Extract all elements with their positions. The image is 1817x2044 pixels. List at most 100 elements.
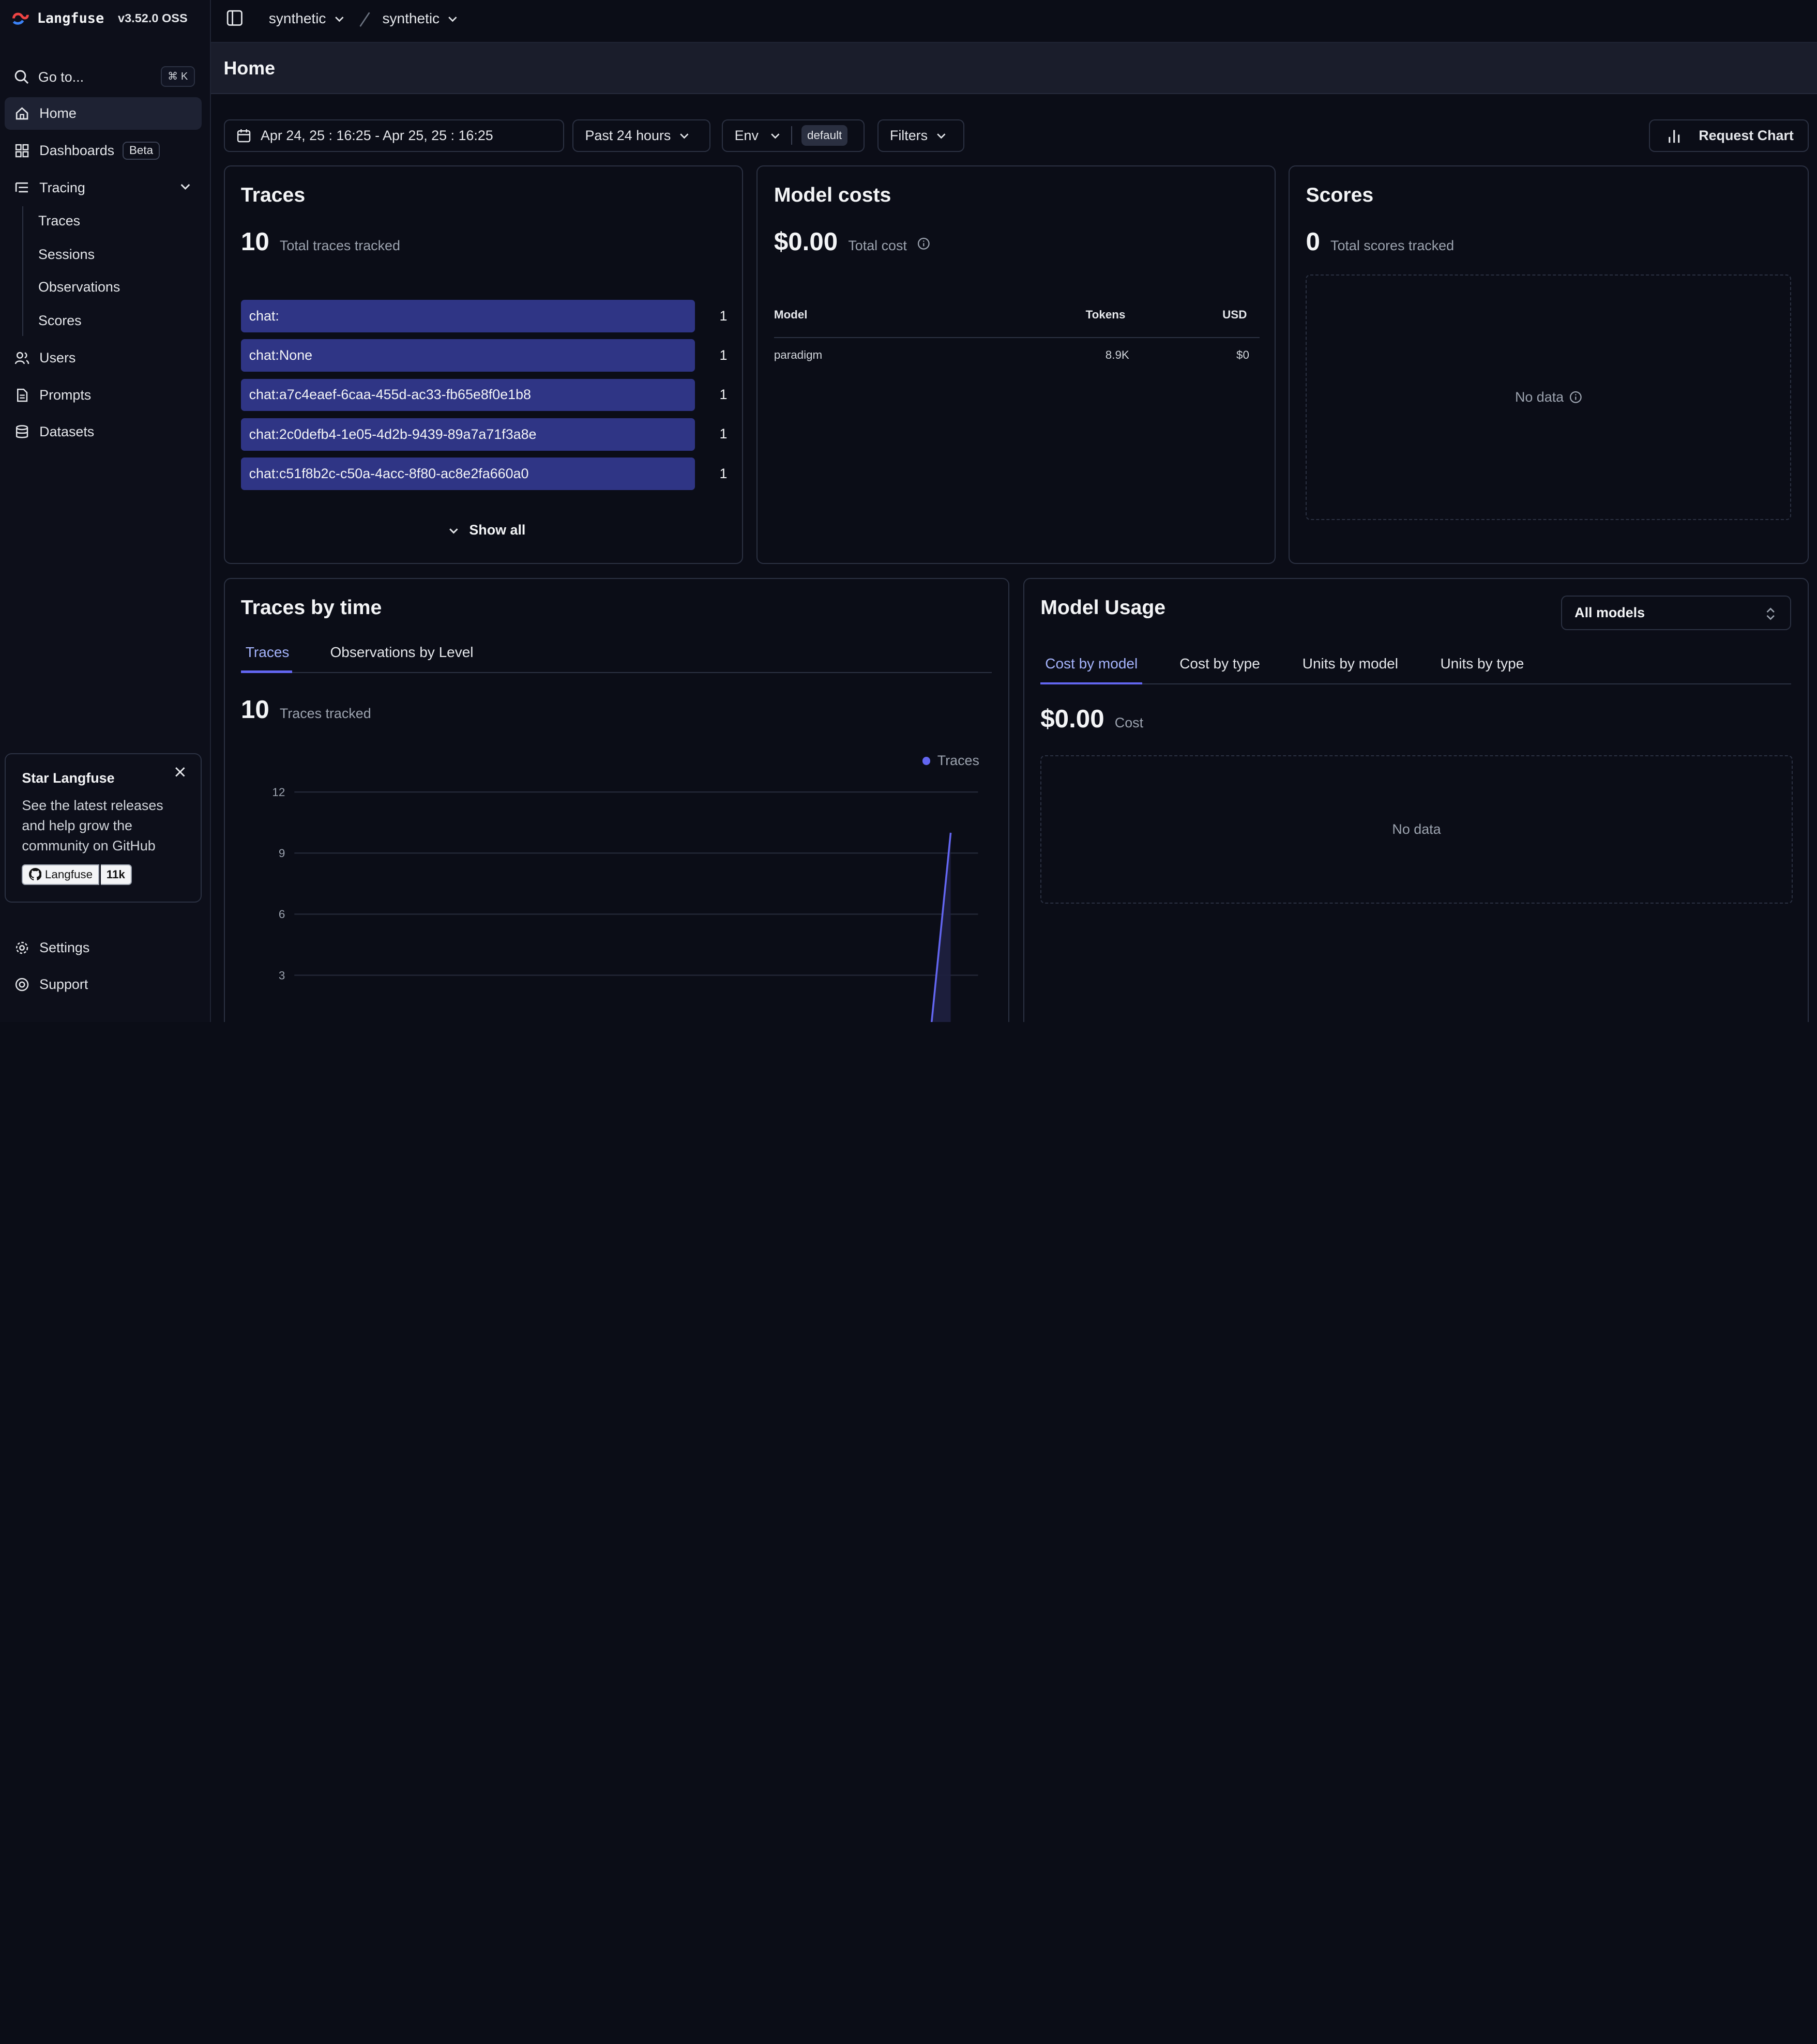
tab-cost-by-model[interactable]: Cost by model	[1045, 655, 1138, 672]
request-chart-button[interactable]: Request Chart	[1649, 119, 1809, 152]
col-header-tokens: Tokens	[1085, 308, 1126, 321]
model-usage-card: Model Usage All models Cost by model Cos…	[1023, 578, 1809, 1022]
dashboard-icon	[14, 143, 30, 159]
date-range-picker[interactable]: Apr 24, 25 : 16:25 - Apr 25, 25 : 16:25	[223, 119, 565, 152]
legend-label: Traces	[937, 753, 979, 769]
trace-row[interactable]: chat:a7c4eaef-6caa-455d-ac33-fb65e8f0e1b…	[240, 378, 695, 411]
traces-card: Traces 10 Total traces tracked chat: 1 c…	[223, 165, 743, 565]
model-usage-total-label: Cost	[1114, 715, 1144, 731]
breadcrumb-slash-icon	[359, 12, 371, 27]
active-tab-indicator	[1040, 682, 1143, 685]
traces-line-chart: 12 9 6 3	[272, 786, 978, 1022]
model-usage-metric: $0.00 Cost	[1040, 704, 1143, 734]
trace-row[interactable]: chat:c51f8b2c-c50a-4acc-8f80-ac8e2fa660a…	[240, 457, 695, 490]
sidebar-item-users[interactable]: Users	[5, 342, 202, 374]
goto-search[interactable]: Go to... ⌘ K	[5, 63, 202, 91]
brand[interactable]: Langfuse v3.52.0 OSS	[11, 9, 188, 28]
traces-tracked-label: Traces tracked	[279, 706, 371, 722]
support-icon	[14, 977, 30, 993]
trace-row[interactable]: chat:None	[240, 339, 695, 372]
tab-cost-by-type[interactable]: Cost by type	[1179, 655, 1260, 672]
scores-total: 0	[1306, 227, 1320, 256]
tab-units-by-type[interactable]: Units by type	[1440, 655, 1524, 672]
model-usage-total: $0.00	[1040, 705, 1104, 734]
traces-total: 10	[240, 227, 269, 256]
active-tab-indicator	[240, 670, 292, 673]
chevron-down-icon	[448, 17, 457, 22]
traces-tracked-total: 10	[240, 695, 269, 724]
traces-metric: 10 Total traces tracked	[241, 227, 400, 256]
github-icon	[28, 868, 42, 881]
close-icon[interactable]	[174, 766, 187, 779]
chevron-down-icon	[449, 528, 458, 534]
tracing-icon	[14, 179, 30, 195]
sidebar-item-datasets[interactable]: Datasets	[5, 416, 202, 449]
goto-shortcut: ⌘ K	[160, 66, 195, 87]
tabs-baseline	[1040, 683, 1792, 685]
env-filter[interactable]: Env default	[722, 119, 865, 152]
env-value-badge: default	[801, 125, 848, 146]
database-icon	[14, 424, 30, 440]
langfuse-logo-icon	[12, 13, 29, 25]
sidebar-item-tracing[interactable]: Tracing	[5, 172, 202, 204]
sidebar-item-dashboards[interactable]: Dashboards Beta	[5, 134, 202, 167]
org-selector[interactable]: synthetic	[269, 10, 346, 27]
prompts-icon	[14, 387, 30, 403]
tab-traces[interactable]: Traces	[246, 644, 290, 661]
no-data-text: No data	[1515, 389, 1564, 405]
chevron-down-icon	[936, 133, 945, 139]
env-divider	[791, 126, 792, 145]
scores-empty-state: No data	[1306, 274, 1792, 520]
github-star-badge[interactable]: Langfuse 11k	[22, 864, 132, 885]
trace-row[interactable]: chat:2c0defb4-1e05-4d2b-9439-89a7a71f3a8…	[240, 418, 695, 451]
page-title: Home	[223, 58, 276, 79]
org-name: synthetic	[268, 10, 326, 27]
sidebar-item-label: Datasets	[39, 424, 95, 440]
model-usage-empty-state: No data	[1040, 755, 1793, 904]
sidebar-toggle-icon[interactable]	[226, 9, 244, 27]
sidebar-item-label: Dashboards	[39, 142, 115, 158]
y-tick-label: 3	[279, 969, 285, 982]
sidebar-item-home[interactable]: Home	[4, 97, 202, 130]
cell-model: paradigm	[774, 348, 823, 362]
show-all-button[interactable]: Show all	[447, 522, 525, 538]
filters-button[interactable]: Filters	[877, 119, 964, 152]
page-header: Home	[210, 42, 1817, 94]
y-tick-label: 9	[279, 847, 285, 860]
tab-units-by-model[interactable]: Units by model	[1303, 655, 1398, 672]
star-langfuse-card: Star Langfuse See the latest releases an…	[4, 753, 202, 903]
sidebar-item-support[interactable]: Support	[5, 969, 202, 1001]
sidebar-subitem-sessions[interactable]: Sessions	[38, 247, 95, 263]
trace-row-count: 1	[719, 347, 728, 363]
y-tick-label: 6	[279, 908, 285, 921]
goto-label: Go to...	[38, 69, 84, 85]
sidebar-subitem-observations[interactable]: Observations	[38, 279, 120, 295]
sidebar-item-settings[interactable]: Settings	[5, 932, 202, 964]
sidebar: Langfuse v3.52.0 OSS Go to... ⌘ K Home D…	[0, 0, 211, 1022]
sidebar-subitem-traces[interactable]: Traces	[38, 213, 80, 229]
project-selector[interactable]: synthetic	[383, 10, 460, 27]
sidebar-subitem-scores[interactable]: Scores	[38, 313, 82, 329]
info-icon[interactable]	[917, 237, 930, 250]
scores-metric: 0 Total scores tracked	[1306, 227, 1454, 256]
project-name: synthetic	[382, 10, 440, 27]
scores-total-label: Total scores tracked	[1330, 238, 1455, 253]
github-star-count: 11k	[100, 864, 132, 885]
info-icon[interactable]	[1569, 391, 1582, 404]
tracing-sub-divider	[22, 206, 23, 336]
model-select[interactable]: All models	[1561, 595, 1792, 630]
chevron-down-icon	[335, 17, 344, 22]
filters-label: Filters	[889, 127, 928, 143]
star-card-description: See the latest releases and help grow th…	[22, 798, 163, 854]
chevron-down-icon	[180, 184, 190, 190]
traces-card-title: Traces	[240, 184, 306, 207]
trace-row[interactable]: chat:	[240, 300, 695, 332]
github-badge-text: Langfuse	[44, 867, 93, 881]
sidebar-item-label: Support	[39, 977, 88, 993]
chevron-down-icon	[771, 133, 780, 139]
no-data-text: No data	[1392, 821, 1441, 837]
sidebar-item-prompts[interactable]: Prompts	[5, 379, 202, 411]
period-select[interactable]: Past 24 hours	[572, 119, 710, 152]
tab-observations-by-level[interactable]: Observations by Level	[330, 644, 473, 661]
model-costs-title: Model costs	[774, 184, 891, 207]
